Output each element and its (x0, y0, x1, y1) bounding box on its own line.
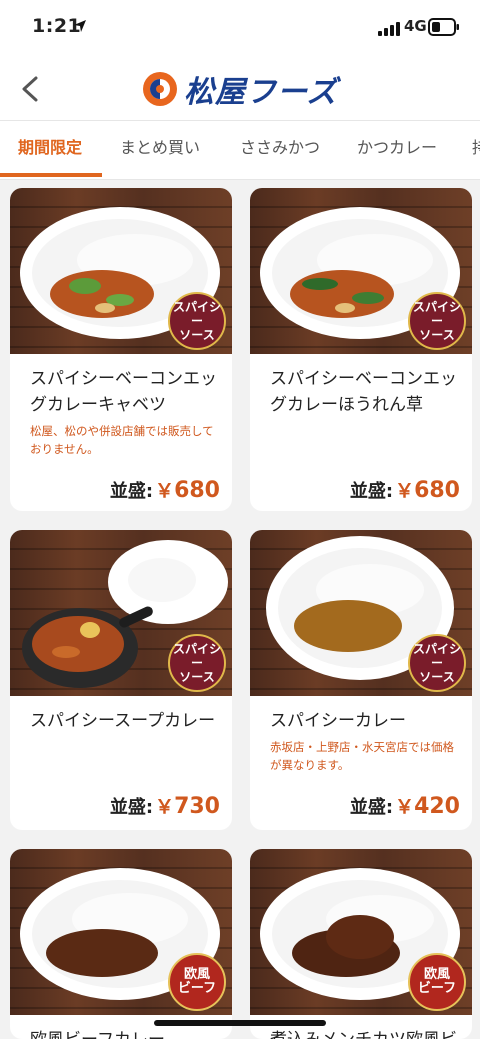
menu-card[interactable]: スパイシー ソース スパイシーベーコンエッグカレーキャベツ 松屋、松のや併設店舗で… (10, 188, 232, 511)
menu-card[interactable]: 欧風ビーフ 煮込みメンチカツ欧風ビ (250, 849, 472, 1039)
item-name: 欧風ビーフカレー (30, 1027, 220, 1039)
brand-logo: 松屋フーズ (142, 68, 338, 110)
battery-icon (428, 18, 459, 36)
cellular-signal-icon (378, 22, 400, 36)
spicy-sauce-badge: スパイシー ソース (408, 634, 466, 692)
item-price: 並盛: ￥680 (109, 478, 220, 503)
menu-card[interactable]: 欧風ビーフ 欧風ビーフカレー (10, 849, 232, 1039)
tab-katsu-curry[interactable]: かつカレー (357, 121, 437, 177)
app-header: 松屋フーズ (0, 58, 480, 120)
item-name: スパイシーベーコンエッグカレーキャベツ (30, 369, 217, 415)
item-price: 並盛: ￥420 (349, 794, 460, 819)
network-type: 4G (404, 17, 427, 35)
spicy-sauce-badge: スパイシー ソース (168, 292, 226, 350)
item-price: 並盛: ￥680 (349, 478, 460, 503)
menu-card[interactable]: スパイシー ソース スパイシーカレー 赤坂店・上野店・水天宮店では価格が異なります… (250, 530, 472, 830)
item-name: スパイシーベーコンエッグカレーほうれん草 (270, 369, 457, 415)
item-name: スパイシースープカレー (30, 711, 216, 731)
tab-next[interactable]: 持 (472, 121, 480, 177)
status-bar: 1:21 4G (0, 0, 480, 58)
active-tab-indicator (0, 173, 102, 177)
logo-mark-icon (143, 72, 177, 106)
tab-bulk[interactable]: まとめ買い (120, 121, 200, 177)
item-name: スパイシーカレー (270, 711, 406, 731)
home-indicator[interactable] (154, 1020, 326, 1026)
category-tabs: 期間限定 まとめ買い ささみかつ かつカレー 持 (0, 120, 480, 180)
tab-limited[interactable]: 期間限定 (18, 121, 82, 177)
european-beef-badge: 欧風 ビーフ (168, 953, 226, 1011)
item-note: 松屋、松のや併設店舗では販売しておりません。 (30, 424, 214, 456)
item-note: 赤坂店・上野店・水天宮店では価格が異なります。 (270, 740, 454, 772)
spicy-sauce-badge: スパイシー ソース (408, 292, 466, 350)
spicy-sauce-badge: スパイシー ソース (168, 634, 226, 692)
menu-card[interactable]: スパイシー ソース スパイシーベーコンエッグカレーほうれん草 並盛: ￥680 (250, 188, 472, 511)
location-arrow-icon (74, 20, 86, 32)
european-beef-badge: 欧風 ビーフ (408, 953, 466, 1011)
item-price: 並盛: ￥730 (109, 794, 220, 819)
item-name: 煮込みメンチカツ欧風ビ (270, 1027, 460, 1039)
menu-card[interactable]: スパイシー ソース スパイシースープカレー 並盛: ￥730 (10, 530, 232, 830)
brand-name: 松屋フーズ (184, 75, 338, 110)
back-chevron-icon[interactable] (12, 70, 50, 108)
tab-sasami-katsu[interactable]: ささみかつ (240, 121, 320, 177)
